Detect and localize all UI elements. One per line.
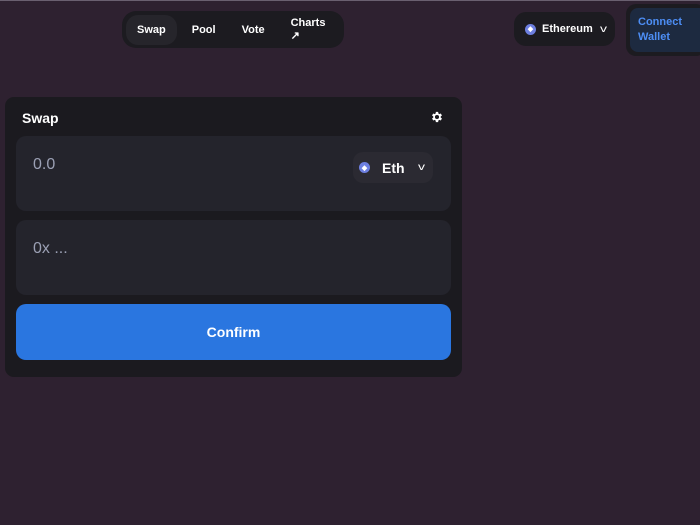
chevron-down-icon: v	[599, 23, 607, 35]
ethereum-icon: ◆	[359, 162, 370, 173]
network-selector[interactable]: ◆ Ethereum v	[514, 12, 615, 46]
swap-title: Swap	[22, 110, 59, 126]
gear-icon[interactable]	[430, 110, 444, 124]
address-input[interactable]	[33, 240, 313, 258]
address-field	[16, 220, 451, 295]
connect-wallet-line2: Wallet	[638, 31, 670, 43]
token-label: Eth	[382, 159, 405, 176]
amount-field: ◆ Eth v	[16, 136, 451, 211]
nav-charts[interactable]: Charts ↗	[280, 8, 337, 51]
nav-vote[interactable]: Vote	[231, 15, 276, 45]
confirm-button[interactable]: Confirm	[16, 304, 451, 360]
connect-wallet-button[interactable]: Connect Wallet	[630, 8, 700, 52]
nav-swap[interactable]: Swap	[126, 14, 177, 45]
swap-card: Swap ◆ Eth v Confirm	[5, 97, 462, 377]
network-label: Ethereum	[542, 23, 593, 35]
chevron-down-icon: v	[417, 162, 425, 173]
connect-wallet-line1: Connect	[638, 16, 682, 28]
token-selector[interactable]: ◆ Eth v	[353, 152, 433, 183]
wallet-container: Connect Wallet	[626, 4, 700, 56]
ethereum-icon: ◆	[525, 23, 536, 35]
nav-pool[interactable]: Pool	[181, 15, 227, 45]
amount-input[interactable]	[33, 156, 313, 174]
main-nav: Swap Pool Vote Charts ↗	[122, 11, 344, 48]
